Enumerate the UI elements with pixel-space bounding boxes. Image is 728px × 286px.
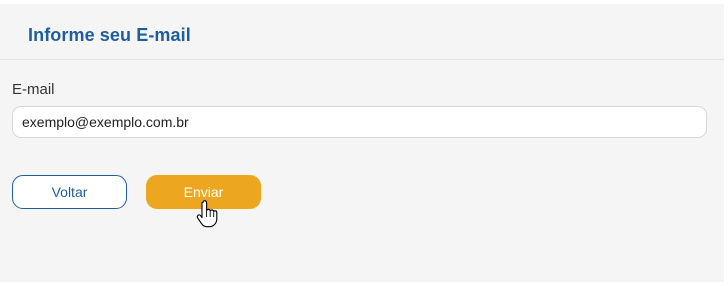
email-form-panel: Informe seu E-mail E-mail Voltar Enviar [0,4,724,282]
back-button-label: Voltar [51,184,88,200]
hand-pointer-icon [196,200,218,228]
email-label: E-mail [12,81,55,98]
form-header: Informe seu E-mail [0,4,724,60]
email-field[interactable] [12,106,707,138]
back-button[interactable]: Voltar [12,175,127,209]
send-button-label: Enviar [183,184,224,200]
page-title: Informe seu E-mail [28,25,191,45]
